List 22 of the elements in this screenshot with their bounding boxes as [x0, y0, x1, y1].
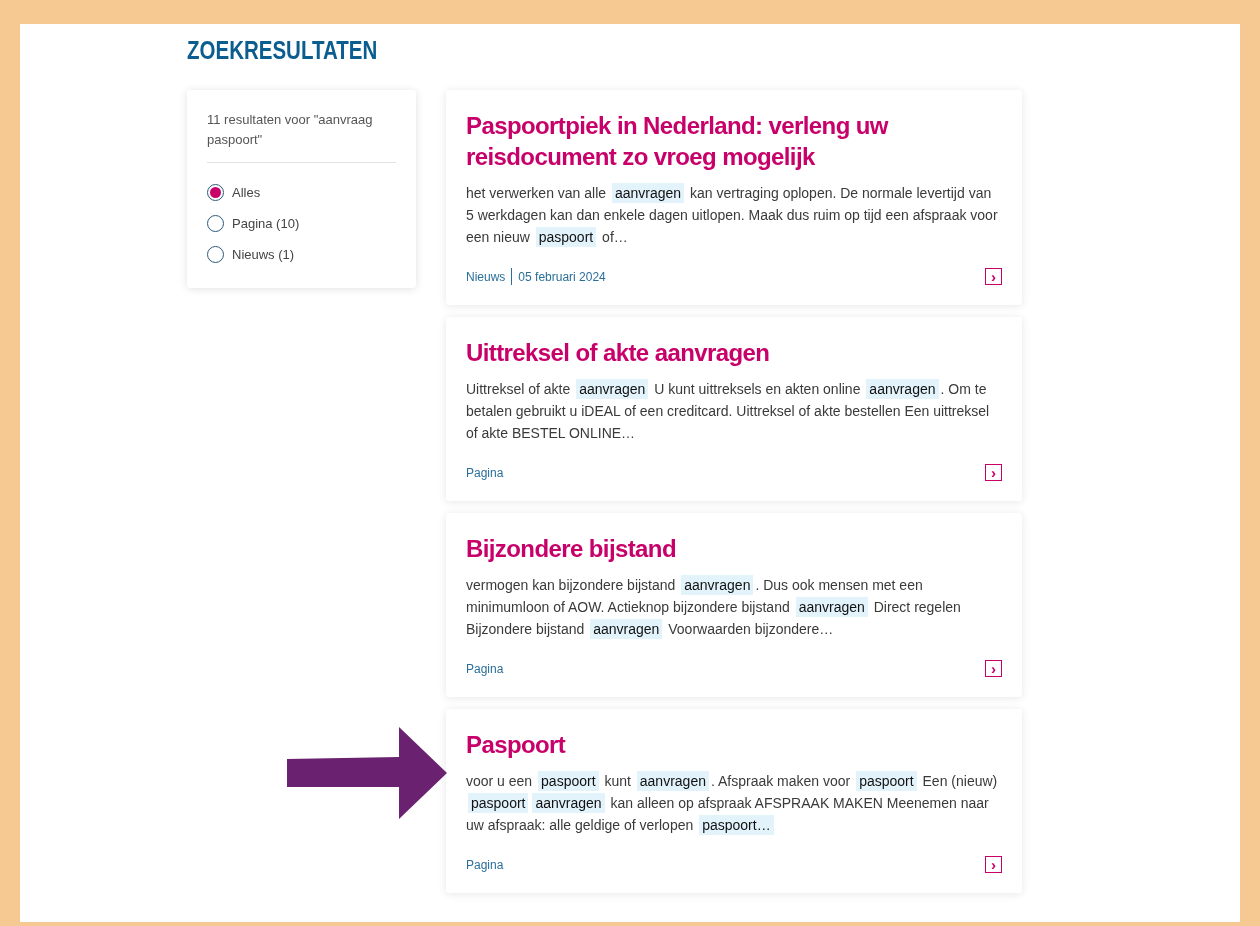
result-snippet: voor u een paspoort kunt aanvragen . Afspraak maken voor paspoort Een (nieuw) paspoort aanvragen kan alleen op afspraak AFSPRAAK MAKEN Meenemen naar uw afspraak: alle geldige of verlopen paspoort… [466, 770, 999, 836]
result-title-link[interactable]: Bijzondere bijstand [466, 533, 1002, 564]
open-result-button[interactable]: › [985, 464, 1002, 481]
result-snippet: het verwerken van alle aanvragen kan vertraging oplopen. De normale levertijd van 5 werkdagen kan dan enkele dagen uitlopen. Maak dus ruim op tijd een afspraak voor een nieuw paspoort of… [466, 182, 999, 248]
result-snippet: vermogen kan bijzondere bijstand aanvragen . Dus ook mensen met een minimumloon of AOW. Actieknop bijzondere bijstand aanvragen Direct regelen Bijzondere bijstand aanvragen Voorwaarden bijzondere… [466, 574, 962, 640]
open-result-button[interactable]: › [985, 856, 1002, 873]
result-date: 05 februari 2024 [518, 268, 606, 285]
result-title-link[interactable]: Paspoort [466, 729, 1002, 760]
result-type: Pagina [466, 660, 504, 677]
results-summary: 11 resultaten voor "aanvraag paspoort" [207, 110, 396, 163]
result-snippet: Uittreksel of akte aanvragen U kunt uittreksels en akten online aanvragen . Om te betalen gebruikt u iDEAL of een creditcard. Uittreksel of akte bestellen Een uittreksel of akte BESTEL ONLINE… [466, 378, 991, 443]
result-title-link[interactable]: Paspoortpiek in Nederland: verleng uw reisdocument zo vroeg mogelijk [466, 110, 1002, 172]
result-type: Pagina [466, 464, 504, 481]
open-result-button[interactable]: › [985, 268, 1002, 285]
radio-label[interactable]: Pagina (10) [232, 216, 300, 231]
open-result-button[interactable]: › [985, 660, 1002, 677]
result-title-link[interactable]: Uittreksel of akte aanvragen [466, 337, 1002, 368]
result-type: Pagina [466, 856, 504, 873]
result-type: Nieuws [466, 268, 506, 285]
page-title: ZOEKRESULTATEN [187, 35, 378, 66]
radio-label[interactable]: Alles [232, 185, 261, 200]
radio-label[interactable]: Nieuws (1) [232, 247, 295, 262]
